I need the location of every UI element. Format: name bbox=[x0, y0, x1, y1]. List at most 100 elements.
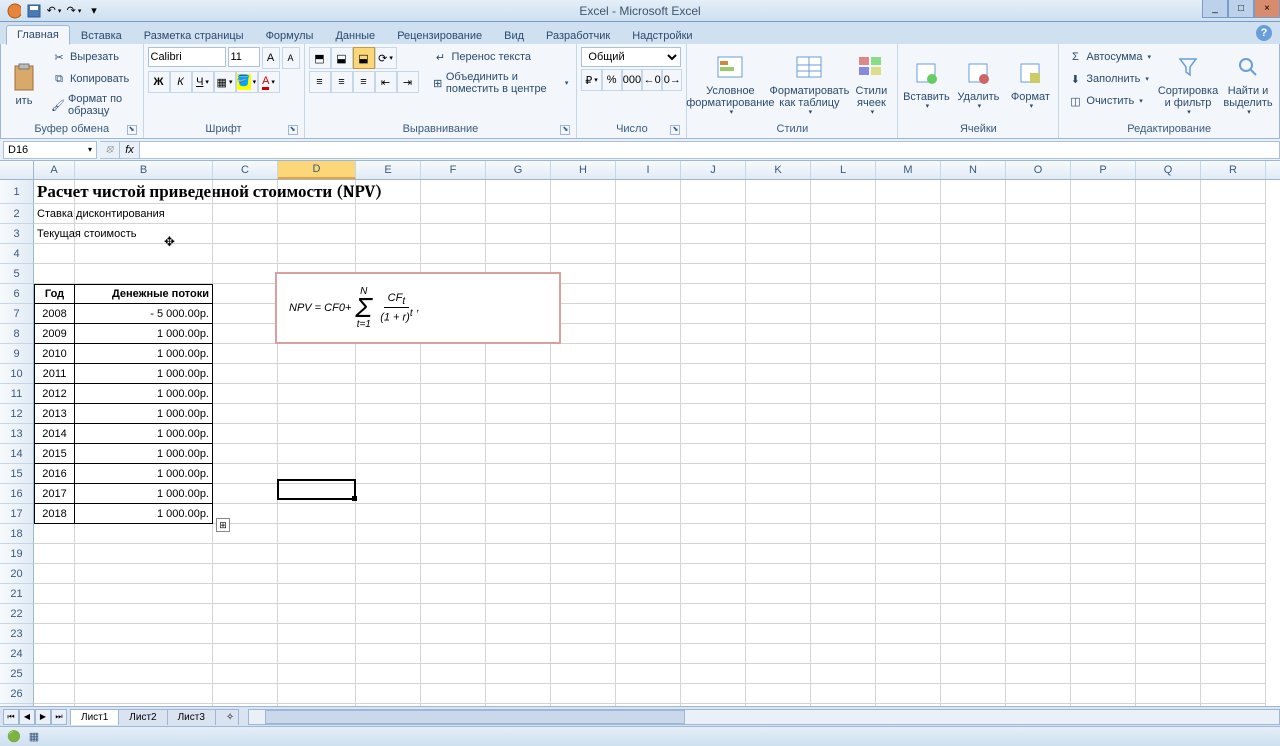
column-header[interactable]: A bbox=[34, 161, 75, 179]
cell[interactable]: 2012 bbox=[34, 384, 75, 404]
row-header[interactable]: 6 bbox=[0, 284, 34, 304]
cell[interactable] bbox=[1071, 584, 1136, 604]
cell[interactable] bbox=[1201, 524, 1266, 544]
cell[interactable] bbox=[876, 604, 941, 624]
cell[interactable] bbox=[746, 504, 811, 524]
font-color-button[interactable]: A▾ bbox=[258, 71, 280, 93]
cell[interactable] bbox=[746, 244, 811, 264]
cell[interactable] bbox=[681, 324, 746, 344]
cell[interactable] bbox=[278, 704, 356, 706]
cell[interactable] bbox=[1006, 484, 1071, 504]
cell[interactable] bbox=[616, 564, 681, 584]
cell[interactable] bbox=[1071, 544, 1136, 564]
row-header[interactable]: 16 bbox=[0, 484, 34, 504]
cell[interactable] bbox=[1006, 180, 1071, 204]
cell[interactable]: 1 000.00р. bbox=[75, 344, 213, 364]
cell[interactable] bbox=[1071, 524, 1136, 544]
cell[interactable] bbox=[486, 504, 551, 524]
column-header[interactable]: K bbox=[746, 161, 811, 179]
row-header[interactable]: 21 bbox=[0, 584, 34, 604]
row-header[interactable]: 8 bbox=[0, 324, 34, 344]
cell[interactable]: 1 000.00р. bbox=[75, 384, 213, 404]
cell[interactable] bbox=[213, 264, 278, 284]
column-header[interactable]: B bbox=[75, 161, 213, 179]
column-header[interactable]: H bbox=[551, 161, 616, 179]
sheet-tab[interactable]: Лист3 bbox=[167, 709, 216, 725]
cell[interactable] bbox=[746, 284, 811, 304]
cell[interactable] bbox=[1071, 504, 1136, 524]
cell[interactable] bbox=[1136, 604, 1201, 624]
cell[interactable]: 1 000.00р. bbox=[75, 364, 213, 384]
cell[interactable] bbox=[811, 584, 876, 604]
cell[interactable] bbox=[811, 524, 876, 544]
cell[interactable] bbox=[1201, 684, 1266, 704]
row-header[interactable]: 11 bbox=[0, 384, 34, 404]
cell[interactable]: 2013 bbox=[34, 404, 75, 424]
cell[interactable] bbox=[811, 624, 876, 644]
cell[interactable] bbox=[941, 324, 1006, 344]
cell[interactable] bbox=[616, 444, 681, 464]
cell[interactable] bbox=[746, 624, 811, 644]
cell[interactable] bbox=[681, 424, 746, 444]
cell[interactable] bbox=[1071, 180, 1136, 204]
cell[interactable] bbox=[486, 544, 551, 564]
cell[interactable] bbox=[278, 564, 356, 584]
cell[interactable] bbox=[421, 664, 486, 684]
cell[interactable] bbox=[1136, 544, 1201, 564]
cell[interactable] bbox=[1071, 564, 1136, 584]
cell[interactable] bbox=[278, 244, 356, 264]
cell[interactable] bbox=[1136, 684, 1201, 704]
cell-styles-button[interactable]: Стили ячеек▾ bbox=[849, 47, 893, 121]
cell[interactable] bbox=[616, 324, 681, 344]
cell[interactable] bbox=[681, 604, 746, 624]
cell[interactable] bbox=[278, 624, 356, 644]
cell[interactable] bbox=[876, 504, 941, 524]
cell[interactable] bbox=[356, 404, 421, 424]
row-header[interactable]: 26 bbox=[0, 684, 34, 704]
cell[interactable] bbox=[941, 444, 1006, 464]
italic-button[interactable]: К bbox=[170, 71, 192, 93]
cell[interactable]: 2011 bbox=[34, 364, 75, 384]
autosum-button[interactable]: ΣАвтосумма▾ bbox=[1063, 47, 1155, 67]
cell[interactable] bbox=[421, 344, 486, 364]
close-button[interactable]: × bbox=[1254, 0, 1280, 18]
cell[interactable] bbox=[34, 624, 75, 644]
cell[interactable] bbox=[941, 264, 1006, 284]
cell[interactable] bbox=[213, 564, 278, 584]
office-button[interactable] bbox=[6, 3, 22, 19]
row-header[interactable]: 13 bbox=[0, 424, 34, 444]
cell[interactable] bbox=[1136, 404, 1201, 424]
cell[interactable]: 2009 bbox=[34, 324, 75, 344]
autofill-options-icon[interactable]: ⊞ bbox=[216, 518, 230, 532]
cell[interactable] bbox=[1136, 304, 1201, 324]
cell[interactable] bbox=[876, 344, 941, 364]
cell[interactable] bbox=[1006, 444, 1071, 464]
cell[interactable] bbox=[551, 180, 616, 204]
cell[interactable] bbox=[1071, 324, 1136, 344]
cell[interactable] bbox=[34, 244, 75, 264]
cell[interactable] bbox=[876, 524, 941, 544]
cell[interactable] bbox=[213, 364, 278, 384]
cell[interactable] bbox=[681, 444, 746, 464]
cell[interactable] bbox=[213, 684, 278, 704]
cell[interactable] bbox=[421, 624, 486, 644]
delete-cells-button[interactable]: Удалить▾ bbox=[954, 47, 1002, 121]
cell[interactable] bbox=[941, 584, 1006, 604]
cell[interactable] bbox=[75, 180, 213, 204]
cell[interactable] bbox=[941, 464, 1006, 484]
cell[interactable] bbox=[811, 544, 876, 564]
cell[interactable] bbox=[1006, 684, 1071, 704]
cell[interactable] bbox=[278, 424, 356, 444]
row-header[interactable]: 25 bbox=[0, 664, 34, 684]
copy-button[interactable]: ⧉Копировать bbox=[47, 69, 139, 89]
cell[interactable] bbox=[278, 404, 356, 424]
align-center-button[interactable]: ≡ bbox=[331, 71, 353, 93]
cell[interactable] bbox=[681, 624, 746, 644]
sheet-nav-next[interactable]: ▶ bbox=[35, 709, 51, 725]
cell[interactable] bbox=[278, 524, 356, 544]
cell[interactable] bbox=[616, 544, 681, 564]
row-header[interactable]: 17 bbox=[0, 504, 34, 524]
cell[interactable] bbox=[1006, 664, 1071, 684]
cell[interactable]: 1 000.00р. bbox=[75, 504, 213, 524]
cell[interactable] bbox=[616, 284, 681, 304]
